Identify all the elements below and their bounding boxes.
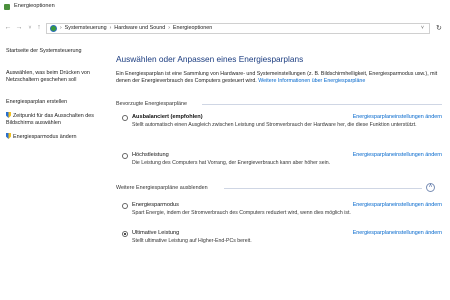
sidebar-item-sleep[interactable]: Energiesparmodus ändern (6, 133, 106, 141)
change-plan-settings-link[interactable]: Energiesparplaneinstellungen ändern (353, 230, 442, 236)
breadcrumb-separator: › (109, 25, 112, 31)
section-divider (224, 188, 422, 189)
collapse-chevron-up-icon[interactable]: ˄ (426, 183, 435, 192)
plan-name[interactable]: Energiesparmodus (132, 202, 179, 208)
plan-description: Die Leistung des Computers hat Vorrang, … (132, 160, 331, 166)
power-options-icon (4, 4, 10, 10)
address-dropdown-icon[interactable]: ˅ (421, 25, 424, 31)
page-title: Auswählen oder Anpassen eines Energiespa… (116, 54, 304, 64)
breadcrumb-separator: › (168, 25, 170, 31)
up-button[interactable]: ↑ (35, 24, 43, 32)
plan-high-performance: Höchstleistung Energiesparplaneinstellun… (122, 152, 442, 174)
preferred-plans-heading: Bevorzugte Energiesparpläne (116, 101, 188, 107)
back-button[interactable]: ← (4, 24, 12, 32)
plan-power-saver: Energiesparmodus Energiesparplaneinstell… (122, 202, 442, 224)
plan-name[interactable]: Ultimative Leistung (132, 230, 179, 236)
intro-text: Ein Energiesparplan ist eine Sammlung vo… (116, 71, 441, 85)
change-plan-settings-link[interactable]: Energiesparplaneinstellungen ändern (353, 114, 442, 120)
main-content: Auswählen oder Anpassen eines Energiespa… (106, 44, 450, 300)
more-plans-heading: Weitere Energiesparpläne ausblenden (116, 185, 208, 191)
section-divider (202, 104, 442, 105)
sidebar-item-control-panel-home[interactable]: Startseite der Systemsteuerung (6, 48, 102, 55)
plan-name[interactable]: Höchstleistung (132, 152, 169, 158)
plan-description: Spart Energie, indem der Stromverbrauch … (132, 210, 351, 216)
forward-button[interactable]: → (15, 24, 23, 32)
recent-locations-button[interactable]: ˅ (26, 24, 34, 32)
breadcrumb-systemsteuerung[interactable]: Systemsteuerung (65, 25, 107, 31)
breadcrumb-separator: › (60, 25, 62, 31)
change-plan-settings-link[interactable]: Energiesparplaneinstellungen ändern (353, 152, 442, 158)
sidebar-item-power-buttons[interactable]: Auswählen, was beim Drücken von Netzscha… (6, 70, 102, 84)
shield-icon (6, 112, 11, 118)
change-plan-settings-link[interactable]: Energiesparplaneinstellungen ändern (353, 202, 442, 208)
radio-power-saver[interactable] (122, 203, 128, 209)
more-info-link[interactable]: Weitere Informationen über Energiesparpl… (258, 78, 365, 84)
radio-high-performance[interactable] (122, 153, 128, 159)
refresh-icon[interactable]: ↻ (436, 24, 442, 32)
title-bar: Energieoptionen (0, 0, 450, 14)
sidebar-item-create-plan[interactable]: Energiesparplan erstellen (6, 99, 102, 106)
plan-balanced: Ausbalanciert (empfohlen) Energiesparpla… (122, 114, 442, 142)
control-panel-icon (50, 25, 57, 32)
sidebar-item-label: Energiesparmodus ändern (13, 134, 77, 140)
window-title: Energieoptionen (14, 3, 55, 9)
plan-description: Stellt ultimative Leistung auf Higher-En… (132, 238, 252, 244)
breadcrumb-hardware-und-sound[interactable]: Hardware und Sound (114, 25, 165, 31)
radio-ultimate-performance[interactable] (122, 231, 128, 237)
sidebar-item-display-off[interactable]: Zeitpunkt für das Ausschalten des Bildsc… (6, 112, 106, 127)
plan-description: Stellt automatisch einen Ausgleich zwisc… (132, 122, 417, 128)
shield-icon (6, 133, 11, 139)
sidebar: Startseite der Systemsteuerung Auswählen… (0, 44, 104, 300)
sidebar-item-label: Zeitpunkt für das Ausschalten des Bildsc… (6, 113, 94, 126)
breadcrumb: › Systemsteuerung › Hardware und Sound ›… (60, 25, 212, 31)
radio-balanced[interactable] (122, 115, 128, 121)
breadcrumb-energieoptionen[interactable]: Energieoptionen (173, 25, 212, 31)
plan-ultimate-performance: Ultimative Leistung Energiesparplaneinst… (122, 230, 442, 252)
plan-name[interactable]: Ausbalanciert (empfohlen) (132, 114, 203, 120)
